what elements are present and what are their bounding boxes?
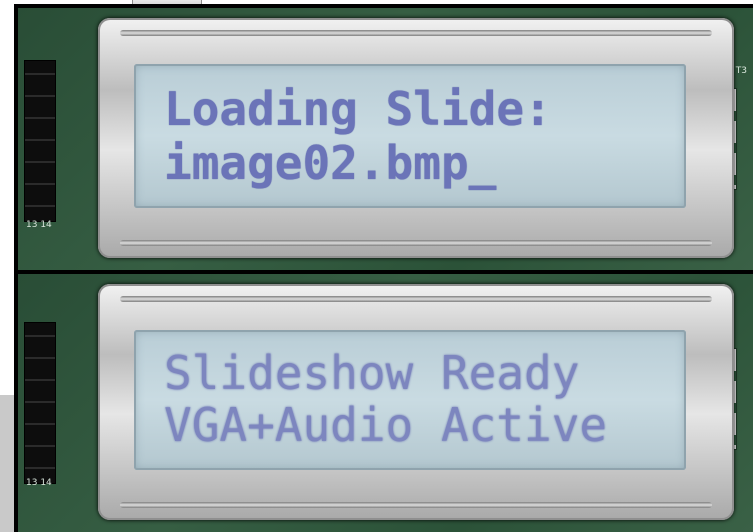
left-strip-top: [0, 0, 14, 395]
lcd-module-bottom: 13 14 Slideshow Ready VGA+Audio Active: [18, 274, 753, 532]
bezel-rail: [120, 240, 712, 246]
left-strip-window-edge: [0, 395, 15, 532]
silkscreen-label: T3: [735, 66, 747, 76]
lcd-line-2: image02.bmp_: [164, 136, 497, 190]
bezel-rail: [120, 502, 712, 508]
silkscreen-label: 13 14: [26, 478, 52, 488]
bezel-rail: [120, 296, 712, 302]
silkscreen-label: 13 14: [26, 220, 52, 230]
pin-header: [24, 60, 56, 222]
lcd-line-1: Loading Slide:: [164, 82, 552, 136]
lcd-screen: Slideshow Ready VGA+Audio Active: [134, 330, 686, 470]
lcd-line-1: Slideshow Ready: [164, 346, 580, 400]
lcd-line-2: VGA+Audio Active: [164, 398, 608, 452]
lcd-module-top: 13 14 T3 Loading Slide: image02.bmp_: [18, 8, 753, 270]
lcd-screen: Loading Slide: image02.bmp_: [134, 64, 686, 208]
pin-header: [24, 322, 56, 484]
lcd-bezel: Loading Slide: image02.bmp_: [98, 18, 734, 258]
lcd-bezel: Slideshow Ready VGA+Audio Active: [98, 284, 734, 520]
bezel-rail: [120, 30, 712, 36]
